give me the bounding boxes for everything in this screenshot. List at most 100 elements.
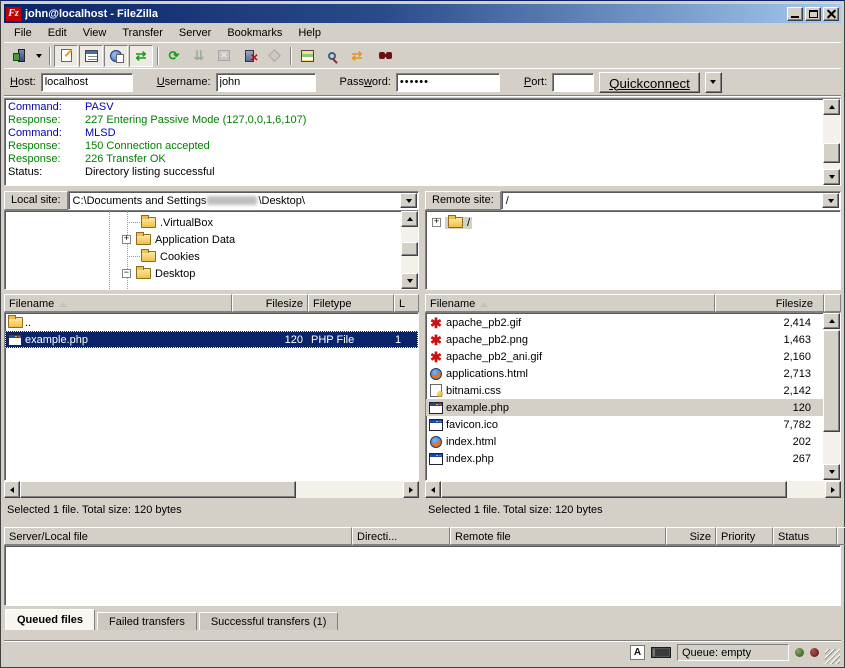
tab-failed-transfers[interactable]: Failed transfers <box>97 612 197 630</box>
disconnect-button[interactable] <box>237 45 261 67</box>
password-input[interactable] <box>396 73 500 92</box>
table-row-selected[interactable]: example.php 120 PHP File 1 <box>5 331 418 348</box>
local-hscrollbar[interactable] <box>4 481 419 498</box>
scroll-down-button[interactable] <box>823 169 840 185</box>
scroll-left-button[interactable] <box>425 481 441 498</box>
table-row[interactable]: index.php267 <box>426 450 823 467</box>
quickconnect-button[interactable]: Quickconnect <box>599 72 700 93</box>
scroll-up-button[interactable] <box>823 313 840 329</box>
remote-pane: Remote site: / +/ Filename Filesize ✱apa… <box>425 191 841 518</box>
table-row[interactable]: ✱apache_pb2.gif2,414 <box>426 314 823 331</box>
resize-grip[interactable] <box>825 649 840 664</box>
table-row-selected[interactable]: example.php120 <box>426 399 823 416</box>
scroll-thumb[interactable] <box>401 242 418 256</box>
scroll-thumb[interactable] <box>20 481 296 498</box>
apache-file-icon: ✱ <box>430 351 442 363</box>
scroll-right-button[interactable] <box>825 481 841 498</box>
scroll-thumb[interactable] <box>441 481 787 498</box>
minimize-button[interactable] <box>787 7 803 21</box>
expand-icon[interactable]: + <box>122 235 131 244</box>
column-header-filesize[interactable]: Filesize <box>232 294 308 312</box>
reconnect-button[interactable] <box>262 45 286 67</box>
scroll-thumb[interactable] <box>823 330 840 431</box>
process-queue-button[interactable]: ⇊ <box>187 45 211 67</box>
transfer-queue-list[interactable] <box>4 545 841 606</box>
toggle-remote-tree-button[interactable] <box>104 45 128 67</box>
collapse-icon[interactable]: − <box>122 269 131 278</box>
scroll-left-button[interactable] <box>4 481 20 498</box>
scroll-right-button[interactable] <box>403 481 419 498</box>
scroll-down-button[interactable] <box>823 464 840 480</box>
menu-view[interactable]: View <box>75 25 115 41</box>
table-row[interactable]: applications.html2,713 <box>426 365 823 382</box>
column-header-size[interactable]: Size <box>666 527 716 545</box>
quickconnect-dropdown[interactable] <box>705 72 722 93</box>
table-row[interactable]: ✱apache_pb2_ani.gif2,160 <box>426 348 823 365</box>
toolbar-separator <box>157 47 158 65</box>
tree-item[interactable]: +Application Data <box>5 231 401 248</box>
toolbar-separator <box>49 47 50 65</box>
menu-edit[interactable]: Edit <box>40 25 75 41</box>
folder-icon <box>136 234 151 245</box>
column-header-server-local-file[interactable]: Server/Local file <box>4 527 352 545</box>
maximize-button[interactable] <box>805 7 821 21</box>
column-header-direction[interactable]: Directi... <box>352 527 450 545</box>
tab-successful-transfers[interactable]: Successful transfers (1) <box>199 612 339 630</box>
local-site-dropdown[interactable] <box>400 193 417 208</box>
sort-asc-icon <box>480 302 488 307</box>
column-header-stub <box>837 527 845 545</box>
tab-queued-files[interactable]: Queued files <box>5 609 95 630</box>
close-button[interactable] <box>823 7 839 21</box>
column-header-status[interactable]: Status <box>773 527 837 545</box>
menu-transfer[interactable]: Transfer <box>114 25 171 41</box>
toggle-transfer-queue-button[interactable]: ⇄ <box>129 45 153 67</box>
directory-comparison-button[interactable] <box>295 45 319 67</box>
site-manager-dropdown[interactable] <box>32 45 45 67</box>
table-row[interactable]: favicon.ico7,782 <box>426 416 823 433</box>
username-input[interactable] <box>216 73 316 92</box>
toggle-message-log-button[interactable] <box>54 45 78 67</box>
toggle-local-tree-button[interactable] <box>79 45 103 67</box>
table-row[interactable]: index.html202 <box>426 433 823 450</box>
cancel-operation-button[interactable]: ✕ <box>212 45 236 67</box>
synchronized-browsing-button[interactable] <box>320 45 344 67</box>
remote-hscrollbar[interactable] <box>425 481 841 498</box>
menu-bookmarks[interactable]: Bookmarks <box>219 25 290 41</box>
tree-item[interactable]: +/ <box>426 214 840 231</box>
port-input[interactable] <box>552 73 594 92</box>
remote-list-scrollbar[interactable] <box>823 313 840 480</box>
table-row[interactable]: ✱apache_pb2.png1,463 <box>426 331 823 348</box>
column-header-filetype[interactable]: Filetype <box>308 294 394 312</box>
scroll-down-button[interactable] <box>401 273 418 289</box>
local-tree-scrollbar[interactable] <box>401 211 418 289</box>
column-header-last-modified[interactable]: L <box>394 294 419 312</box>
column-header-filename[interactable]: Filename <box>425 294 715 312</box>
refresh-button[interactable]: ⟳ <box>162 45 186 67</box>
local-site-combobox[interactable]: C:\Documents and Settings\Desktop\ <box>68 191 419 210</box>
directory-listing-filters-button[interactable]: ⇄ <box>345 45 369 67</box>
transfer-queue-icon: ⇄ <box>136 49 147 62</box>
menu-file[interactable]: File <box>6 25 40 41</box>
expand-icon[interactable]: + <box>432 218 441 227</box>
tree-item[interactable]: .VirtualBox <box>5 214 401 231</box>
column-header-priority[interactable]: Priority <box>716 527 773 545</box>
table-row[interactable]: bitnami.css2,142 <box>426 382 823 399</box>
scroll-up-button[interactable] <box>401 211 418 227</box>
menu-server[interactable]: Server <box>171 25 219 41</box>
menu-help[interactable]: Help <box>290 25 329 41</box>
host-input[interactable] <box>41 73 133 92</box>
column-header-filesize[interactable]: Filesize <box>715 294 824 312</box>
tree-item[interactable]: Cookies <box>5 248 401 265</box>
table-row[interactable]: .. <box>5 314 418 331</box>
remote-site-dropdown[interactable] <box>822 193 839 208</box>
scroll-thumb[interactable] <box>823 143 840 163</box>
scroll-up-button[interactable] <box>823 99 840 115</box>
title-bar[interactable]: Fz john@localhost - FileZilla <box>4 4 841 23</box>
find-files-button[interactable] <box>370 45 394 67</box>
column-header-remote-file[interactable]: Remote file <box>450 527 666 545</box>
remote-site-combobox[interactable]: / <box>501 191 841 210</box>
column-header-filename[interactable]: Filename <box>4 294 232 312</box>
log-scrollbar[interactable] <box>823 99 840 185</box>
tree-item[interactable]: −Desktop <box>5 265 401 282</box>
site-manager-button[interactable] <box>7 45 31 67</box>
